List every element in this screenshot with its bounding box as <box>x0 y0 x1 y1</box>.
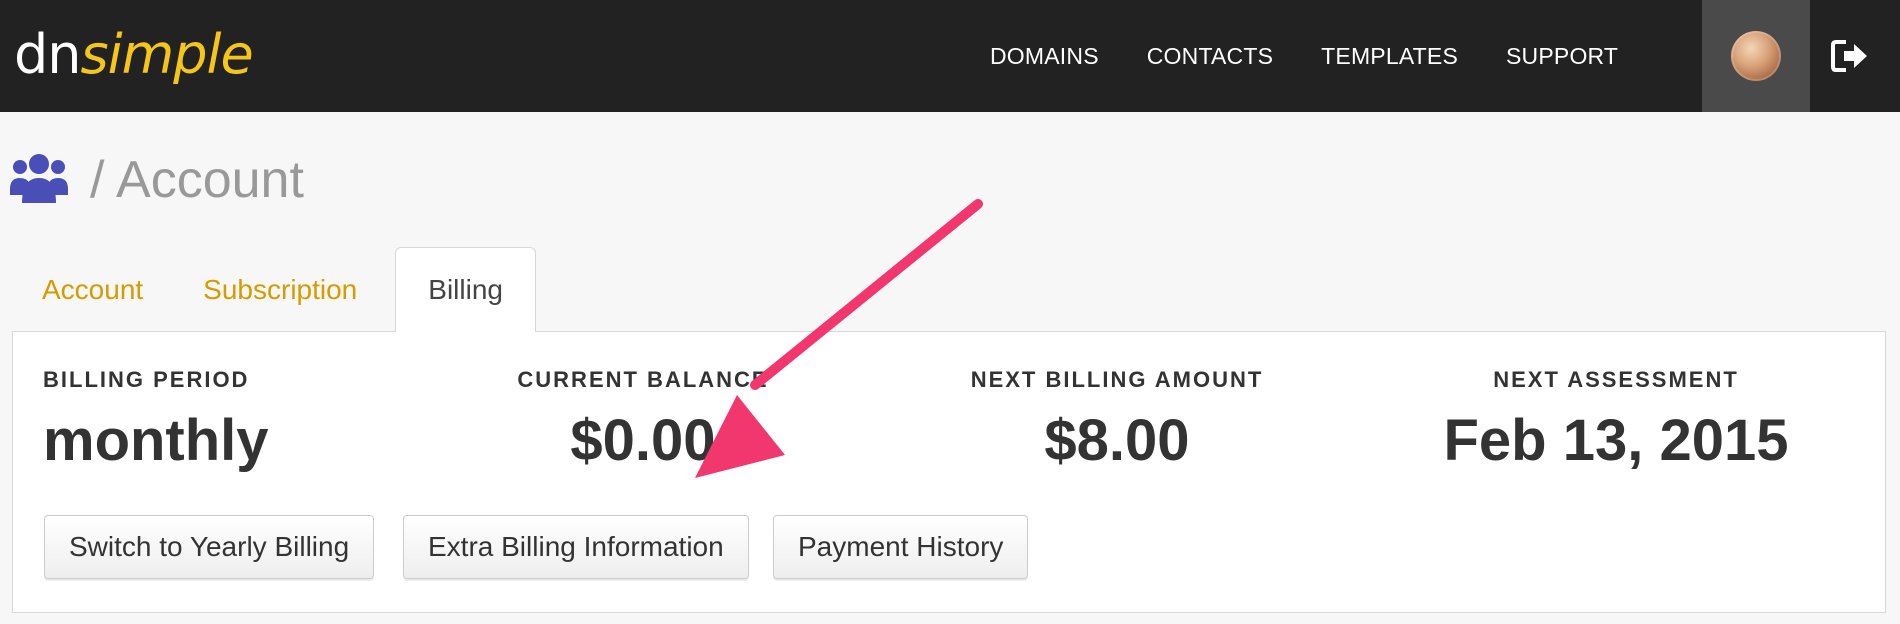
extra-billing-information-button[interactable]: Extra Billing Information <box>403 515 749 579</box>
billing-period-stat: BILLING PERIOD monthly <box>43 367 269 474</box>
nav-templates[interactable]: TEMPLATES <box>1321 43 1458 70</box>
current-balance-label: CURRENT BALANCE <box>517 367 769 392</box>
user-menu[interactable] <box>1702 0 1810 112</box>
next-billing-amount-value: $8.00 <box>1044 408 1190 473</box>
logo-dn: dn <box>14 22 82 86</box>
nav-contacts[interactable]: CONTACTS <box>1147 43 1273 70</box>
logo-simple: simple <box>80 22 254 86</box>
next-assessment-label: NEXT ASSESSMENT <box>1493 367 1739 392</box>
switch-to-yearly-billing-button[interactable]: Switch to Yearly Billing <box>44 515 375 579</box>
tab-billing[interactable]: Billing <box>395 247 536 332</box>
top-navbar: dn simple DOMAINS CONTACTS TEMPLATES SUPP… <box>0 0 1900 112</box>
users-icon <box>10 154 68 203</box>
next-billing-amount-stat: NEXT BILLING AMOUNT $8.00 <box>971 367 1264 474</box>
billing-panel: BILLING PERIOD monthly CURRENT BALANCE $… <box>12 331 1886 613</box>
tab-account[interactable]: Account <box>12 248 173 332</box>
main-nav: DOMAINS CONTACTS TEMPLATES SUPPORT <box>990 0 1666 112</box>
logout-icon[interactable] <box>1830 36 1870 76</box>
account-tabs: Account Subscription Billing <box>12 247 536 332</box>
next-billing-amount-label: NEXT BILLING AMOUNT <box>970 367 1264 392</box>
billing-period-value: monthly <box>43 408 269 473</box>
payment-history-button[interactable]: Payment History <box>773 515 1029 579</box>
current-balance-value: $0.00 <box>570 408 716 473</box>
billing-period-label: BILLING PERIOD <box>43 367 250 392</box>
tab-subscription[interactable]: Subscription <box>173 248 387 332</box>
nav-domains[interactable]: DOMAINS <box>990 43 1099 70</box>
next-assessment-stat: NEXT ASSESSMENT Feb 13, 2015 <box>1444 367 1789 474</box>
page-heading: / Account <box>10 150 304 210</box>
page-title: / Account <box>90 151 304 209</box>
dnsimple-logo[interactable]: dn simple <box>14 14 254 94</box>
current-balance-stat: CURRENT BALANCE $0.00 <box>517 367 768 474</box>
avatar[interactable] <box>1731 31 1781 81</box>
nav-support[interactable]: SUPPORT <box>1506 43 1618 70</box>
next-assessment-value: Feb 13, 2015 <box>1443 408 1789 473</box>
